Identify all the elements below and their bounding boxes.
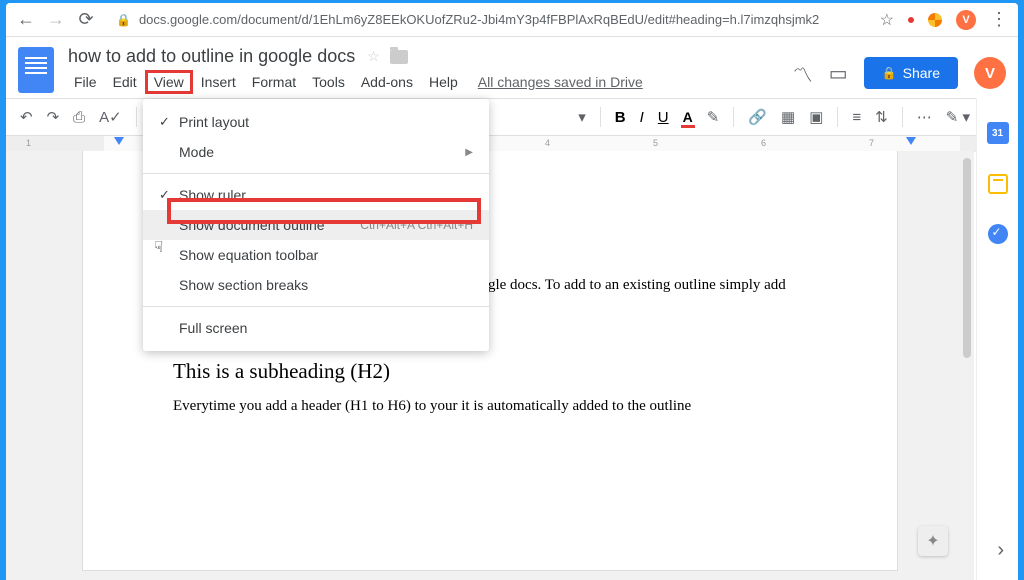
move-folder-icon[interactable] bbox=[390, 50, 408, 64]
menu-insert[interactable]: Insert bbox=[193, 71, 244, 93]
menu-label: Show section breaks bbox=[179, 277, 473, 293]
comments-icon[interactable]: ▭ bbox=[829, 61, 848, 86]
lock-icon: 🔒 bbox=[116, 13, 131, 27]
menu-print-layout[interactable]: ✓ Print layout bbox=[143, 107, 489, 137]
more-icon[interactable]: ⋯ bbox=[917, 108, 932, 126]
submenu-arrow-icon: ▶ bbox=[465, 147, 473, 158]
ruler-tick: 7 bbox=[869, 138, 874, 148]
menu-edit[interactable]: Edit bbox=[105, 71, 145, 93]
undo-icon[interactable]: ↶ bbox=[20, 108, 33, 126]
menu-bar: File Edit View Insert Format Tools Add-o… bbox=[66, 70, 793, 94]
check-icon: ✓ bbox=[159, 187, 179, 203]
menu-show-ruler[interactable]: ✓ Show ruler bbox=[143, 180, 489, 210]
document-title[interactable]: how to add to outline in google docs bbox=[66, 45, 357, 68]
share-label: Share bbox=[903, 65, 940, 81]
keep-icon[interactable] bbox=[988, 174, 1008, 194]
separator bbox=[733, 107, 734, 127]
print-icon[interactable]: ⎙ bbox=[73, 109, 85, 126]
docs-logo-icon[interactable] bbox=[18, 47, 54, 93]
ruler-indent-right-icon[interactable] bbox=[906, 137, 916, 145]
share-button[interactable]: 🔒 Share bbox=[864, 57, 958, 89]
check-icon: ✓ bbox=[159, 114, 179, 130]
docs-header: how to add to outline in google docs ☆ F… bbox=[6, 37, 1018, 94]
menu-mode[interactable]: Mode ▶ bbox=[143, 137, 489, 167]
italic-icon[interactable]: I bbox=[640, 109, 644, 126]
menu-help[interactable]: Help bbox=[421, 71, 466, 93]
menu-view[interactable]: View bbox=[145, 70, 193, 94]
save-status[interactable]: All changes saved in Drive bbox=[466, 71, 655, 93]
menu-show-equation-toolbar[interactable]: Show equation toolbar bbox=[143, 240, 489, 270]
menu-label: Print layout bbox=[179, 114, 473, 130]
line-spacing-icon[interactable]: ⇅ bbox=[875, 108, 888, 126]
back-button[interactable]: ← bbox=[16, 9, 36, 30]
menu-label: Show ruler bbox=[179, 187, 473, 203]
menu-label: Full screen bbox=[179, 320, 473, 336]
menu-separator bbox=[143, 306, 489, 307]
view-menu-dropdown: ✓ Print layout Mode ▶ ✓ Show ruler Show … bbox=[143, 99, 489, 351]
add-comment-icon[interactable]: ▦ bbox=[781, 108, 795, 126]
tasks-icon[interactable] bbox=[988, 224, 1008, 244]
bookmark-star-icon[interactable]: ☆ bbox=[880, 10, 894, 30]
cursor-hand-icon: ☟ bbox=[154, 238, 163, 256]
ruler-tick: 4 bbox=[545, 138, 550, 148]
menu-show-document-outline[interactable]: Show document outline Ctrl+Alt+A Ctrl+Al… bbox=[143, 210, 489, 240]
side-panel: 31 bbox=[976, 98, 1018, 580]
separator bbox=[600, 107, 601, 127]
menu-full-screen[interactable]: Full screen bbox=[143, 313, 489, 343]
doc-paragraph[interactable]: Everytime you add a header (H1 to H6) to… bbox=[173, 396, 807, 418]
menu-format[interactable]: Format bbox=[244, 71, 304, 93]
menu-show-section-breaks[interactable]: Show section breaks bbox=[143, 270, 489, 300]
scrollbar-thumb[interactable] bbox=[963, 158, 971, 358]
ruler-indent-left-icon[interactable] bbox=[114, 137, 124, 145]
menu-label: Show document outline bbox=[179, 217, 360, 233]
menu-addons[interactable]: Add-ons bbox=[353, 71, 421, 93]
underline-icon[interactable]: U bbox=[658, 109, 669, 126]
menu-label: Mode bbox=[179, 144, 465, 160]
calendar-icon[interactable]: 31 bbox=[987, 122, 1009, 144]
star-document-icon[interactable]: ☆ bbox=[367, 48, 380, 65]
spellcheck-icon[interactable]: A✓ bbox=[99, 108, 122, 126]
chrome-profile-avatar[interactable]: V bbox=[956, 10, 976, 30]
separator bbox=[902, 107, 903, 127]
separator bbox=[136, 107, 137, 127]
redo-icon[interactable]: ↷ bbox=[47, 108, 60, 126]
highlight-icon[interactable]: ✎ bbox=[707, 108, 720, 126]
account-avatar[interactable]: V bbox=[974, 57, 1006, 89]
dropdown-caret-icon[interactable]: ▾ bbox=[578, 108, 586, 126]
browser-toolbar: ← → ⟳ 🔒 docs.google.com/document/d/1EhLm… bbox=[6, 3, 1018, 37]
menu-label: Show equation toolbar bbox=[179, 247, 473, 263]
ruler-margin-left bbox=[6, 136, 104, 151]
menu-file[interactable]: File bbox=[66, 71, 105, 93]
editing-mode-icon[interactable]: ✎ ▾ bbox=[946, 108, 970, 126]
explore-button[interactable]: ✦ bbox=[918, 526, 948, 556]
menu-shortcut: Ctrl+Alt+A Ctrl+Alt+H bbox=[360, 218, 473, 232]
insert-link-icon[interactable]: 🔗 bbox=[748, 108, 767, 126]
bold-icon[interactable]: B bbox=[615, 109, 626, 126]
insert-image-icon[interactable]: ▣ bbox=[809, 108, 823, 126]
activity-icon[interactable]: 〽 bbox=[793, 59, 813, 88]
align-icon[interactable]: ≡ bbox=[852, 109, 861, 126]
url-text: docs.google.com/document/d/1EhLm6yZ8EEkO… bbox=[139, 12, 819, 27]
chrome-menu-icon[interactable]: ⋮ bbox=[990, 9, 1008, 30]
ruler-tick: 5 bbox=[653, 138, 658, 148]
ruler-tick: 1 bbox=[26, 138, 31, 148]
menu-separator bbox=[143, 173, 489, 174]
text-color-icon[interactable]: A bbox=[683, 109, 693, 125]
url-bar[interactable]: 🔒 docs.google.com/document/d/1EhLm6yZ8EE… bbox=[106, 12, 870, 27]
extension-icon-2[interactable] bbox=[928, 13, 942, 27]
reload-button[interactable]: ⟳ bbox=[76, 9, 96, 30]
share-lock-icon: 🔒 bbox=[882, 66, 897, 80]
extension-icon-1[interactable] bbox=[908, 17, 914, 23]
hide-sidepanel-icon[interactable]: › bbox=[997, 539, 1004, 562]
vertical-scrollbar[interactable] bbox=[962, 158, 972, 570]
ruler-tick: 6 bbox=[761, 138, 766, 148]
doc-heading-2[interactable]: This is a subheading (H2) bbox=[173, 359, 807, 384]
forward-button[interactable]: → bbox=[46, 9, 66, 30]
separator bbox=[837, 107, 838, 127]
menu-tools[interactable]: Tools bbox=[304, 71, 353, 93]
